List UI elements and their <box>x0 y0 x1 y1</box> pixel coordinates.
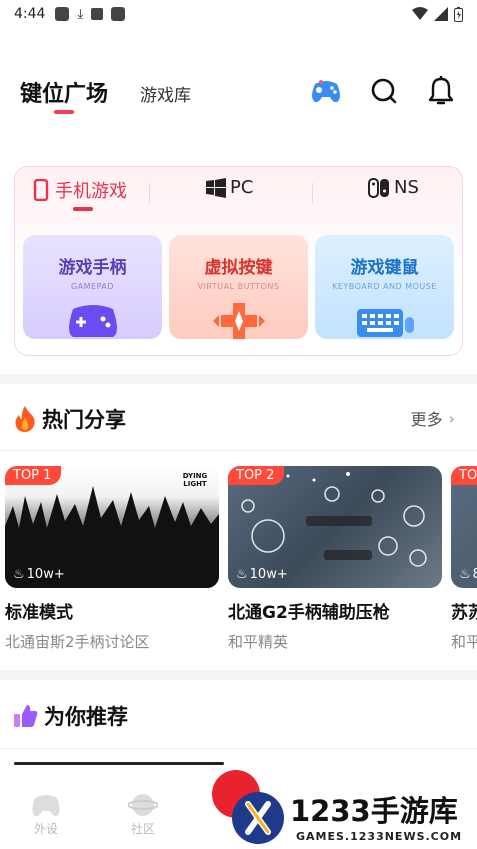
share-card[interactable]: TOP ♨ 8 苏苏 和平 <box>451 466 477 652</box>
windows-icon <box>206 177 226 198</box>
gamepad-icon <box>68 305 117 337</box>
phone-icon <box>33 179 49 201</box>
view-count-label: 8 <box>472 567 477 582</box>
view-count: ♨ 10w+ <box>236 567 288 582</box>
more-link[interactable]: 更多 › <box>411 406 455 430</box>
view-count: ♨ 10w+ <box>13 567 65 582</box>
tab-mobile-games[interactable]: 手机游戏 <box>33 177 127 203</box>
tile-title: 游戏手柄 <box>58 258 127 278</box>
separator <box>149 183 150 203</box>
status-bar: 4:44 ⤓ <box>0 0 477 28</box>
fire-icon: ♨ <box>459 567 471 582</box>
more-label: 更多 <box>410 410 443 429</box>
dpad-icon <box>212 303 265 339</box>
download-icon: ⤓ <box>77 6 84 22</box>
tile-subtitle: KEYBOARD AND MOUSE <box>332 282 437 291</box>
nav-label: 外设 <box>33 822 58 836</box>
fire-icon <box>15 406 35 432</box>
planet-icon <box>128 794 158 816</box>
signal-icon <box>434 7 448 21</box>
card-thumbnail: TOP ♨ 8 <box>451 466 477 588</box>
watermark-logo <box>212 770 284 844</box>
tile-keyboard-mouse[interactable]: 游戏键鼠 KEYBOARD AND MOUSE <box>315 235 454 339</box>
font-app-icon <box>91 8 104 20</box>
gamepad-icon <box>32 795 60 817</box>
chevron-right-icon: › <box>448 408 455 428</box>
view-count-label: 10w+ <box>249 567 288 582</box>
tab-label: PC <box>230 177 254 198</box>
search-icon[interactable] <box>367 74 401 108</box>
tab-game-library[interactable]: 游戏库 <box>140 81 191 106</box>
watermark-brand: 1233手游库 <box>290 794 458 828</box>
bell-icon[interactable] <box>424 74 458 108</box>
rank-badge: TOP <box>451 466 477 485</box>
view-count: ♨ 8 <box>459 567 477 582</box>
divider-line <box>0 748 477 749</box>
tile-subtitle: VIRTUAL BUTTONS <box>197 282 280 291</box>
game-logo: DYING LIGHT <box>182 472 208 488</box>
fire-icon: ♨ <box>236 567 248 582</box>
wifi-icon <box>412 7 428 20</box>
tab-label: NS <box>394 177 419 198</box>
top-header: 键位广场 游戏库 <box>0 60 477 124</box>
card-thumbnail: DYING LIGHT TOP 1 ♨ 10w+ <box>5 466 219 588</box>
card-title: 苏苏 <box>451 603 477 623</box>
tab-ns[interactable]: NS <box>368 177 419 198</box>
category-indicator <box>73 207 93 211</box>
tab-indicator <box>54 110 74 114</box>
tile-title: 游戏键鼠 <box>350 258 419 278</box>
hot-share-header: 热门分享 <box>14 404 126 434</box>
section-title: 为你推荐 <box>44 705 128 729</box>
nav-peripherals[interactable]: 外设 <box>16 792 76 837</box>
rank-badge: TOP 1 <box>5 466 62 485</box>
card-subtitle: 北通宙斯2手柄讨论区 <box>5 633 150 651</box>
share-card[interactable]: DYING LIGHT TOP 1 ♨ 10w+ 标准模式 北通宙斯2手柄讨论区 <box>5 466 219 652</box>
card-title: 标准模式 <box>5 603 73 623</box>
watermark-url: GAMES.1233NEWS.COM <box>296 830 463 843</box>
recommend-card-edge <box>14 762 224 765</box>
gamepad-icon[interactable] <box>309 74 343 108</box>
view-count-label: 10w+ <box>26 567 65 582</box>
tile-gamepad[interactable]: 游戏手柄 GAMEPAD <box>23 235 162 339</box>
separator <box>312 183 313 203</box>
status-time: 4:44 <box>14 6 46 22</box>
tile-virtual-buttons[interactable]: 虚拟按键 VIRTUAL BUTTONS <box>169 235 308 339</box>
section-title: 热门分享 <box>42 408 126 432</box>
battery-icon <box>454 6 463 22</box>
card-thumbnail: TOP 2 ♨ 10w+ <box>228 466 442 588</box>
watermark: 1233手游库 GAMES.1233NEWS.COM <box>212 770 477 849</box>
notification-icon <box>55 7 70 21</box>
recommend-header: 为你推荐 <box>14 701 128 731</box>
tile-subtitle: GAMEPAD <box>70 282 115 291</box>
tile-title: 虚拟按键 <box>204 258 273 278</box>
app-icon <box>111 7 126 21</box>
tab-key-square[interactable]: 键位广场 <box>20 76 108 108</box>
section-divider <box>0 374 477 384</box>
card-subtitle: 和平精英 <box>228 633 289 651</box>
share-card[interactable]: TOP 2 ♨ 10w+ 北通G2手柄辅助压枪 和平精英 <box>228 466 442 652</box>
tab-pc[interactable]: PC <box>206 177 253 198</box>
card-subtitle: 和平 <box>451 633 477 651</box>
category-card: 手机游戏 PC NS 游戏手柄 GAMEPAD 虚拟按键 VIRTUAL BUT… <box>14 166 463 356</box>
thumbs-up-icon <box>14 705 38 727</box>
nav-label: 社区 <box>130 822 155 836</box>
nav-community[interactable]: 社区 <box>113 792 173 837</box>
keyboard-icon <box>356 309 414 337</box>
rank-badge: TOP 2 <box>228 466 285 485</box>
switch-icon <box>368 177 389 198</box>
tab-label: 手机游戏 <box>55 181 127 202</box>
divider-line <box>0 450 477 451</box>
section-divider <box>0 670 477 680</box>
card-title: 北通G2手柄辅助压枪 <box>228 603 390 623</box>
fire-icon: ♨ <box>13 567 25 582</box>
